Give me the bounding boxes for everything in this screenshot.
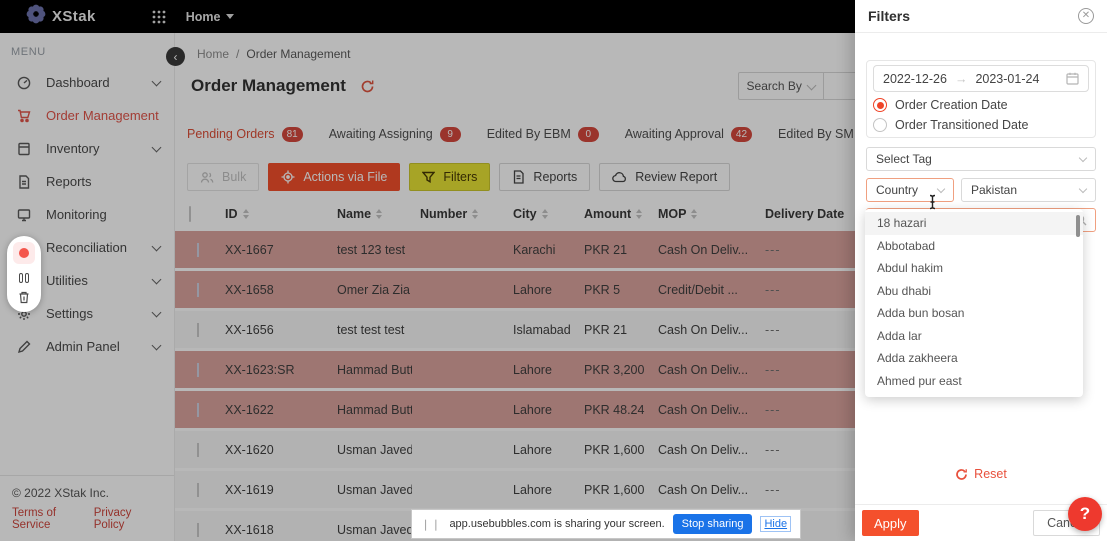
city-option[interactable]: Abdul hakim	[865, 257, 1083, 280]
country-value: Pakistan	[971, 183, 1080, 197]
reset-label: Reset	[974, 467, 1007, 481]
select-tag-label: Select Tag	[876, 152, 1080, 166]
calendar-icon	[1066, 72, 1079, 85]
share-message: app.usebubbles.com is sharing your scree…	[449, 518, 664, 530]
radio-unselected-icon	[873, 118, 887, 132]
scrollbar-thumb[interactable]	[1076, 215, 1080, 237]
arrow-right-icon: →	[955, 72, 968, 86]
help-button[interactable]: ?	[1068, 497, 1102, 531]
city-dropdown-list: 18 hazari Abbotabad Abdul hakim Abu dhab…	[865, 209, 1083, 397]
filters-drawer: Filters ✕ 2022-12-26 → 2023-01-24 Order …	[855, 0, 1107, 541]
radio-label: Order Transitioned Date	[895, 118, 1028, 132]
date-to: 2023-01-24	[975, 72, 1039, 86]
city-option[interactable]: Adda bun bosan	[865, 302, 1083, 325]
city-option[interactable]: Abbotabad	[865, 235, 1083, 258]
filters-title: Filters	[868, 8, 910, 24]
chevron-down-icon	[1079, 185, 1087, 193]
radio-selected-icon	[873, 98, 887, 112]
reset-button[interactable]: Reset	[855, 467, 1107, 481]
close-icon[interactable]: ✕	[1078, 8, 1094, 24]
screen: XStak Home MENU Dashboard	[0, 0, 1107, 541]
select-tag-dropdown[interactable]: Select Tag	[866, 147, 1096, 171]
radio-order-creation-date[interactable]: Order Creation Date	[873, 98, 1089, 112]
record-dot-icon	[19, 248, 29, 258]
screen-share-bar: ❘❘ app.usebubbles.com is sharing your sc…	[411, 509, 801, 539]
hide-link[interactable]: Hide	[760, 516, 791, 532]
text-cursor	[927, 194, 938, 215]
app-region: XStak Home MENU Dashboard	[0, 0, 855, 541]
reset-icon	[955, 468, 968, 481]
pause-icon[interactable]	[19, 273, 29, 283]
trash-icon[interactable]	[18, 291, 30, 304]
city-option[interactable]: Adda zakheera	[865, 347, 1083, 370]
city-option[interactable]: Abu dhabi	[865, 280, 1083, 303]
screen-recorder-widget	[7, 236, 41, 312]
apply-button[interactable]: Apply	[862, 510, 919, 536]
city-option[interactable]: 18 hazari	[865, 212, 1083, 235]
stop-sharing-button[interactable]: Stop sharing	[673, 514, 753, 534]
date-filter-group: 2022-12-26 → 2023-01-24 Order Creation D…	[866, 60, 1096, 138]
country-type-dropdown[interactable]: Country	[866, 178, 954, 202]
country-value-dropdown[interactable]: Pakistan	[961, 178, 1096, 202]
dim-overlay	[0, 0, 855, 541]
date-from: 2022-12-26	[883, 72, 947, 86]
chevron-down-icon	[937, 185, 945, 193]
date-range-input[interactable]: 2022-12-26 → 2023-01-24	[873, 65, 1089, 92]
radio-label: Order Creation Date	[895, 98, 1008, 112]
city-option[interactable]: Adda lar	[865, 325, 1083, 348]
drag-handle-icon[interactable]: ❘❘	[421, 518, 441, 531]
city-option[interactable]: Ahmed pur east	[865, 370, 1083, 393]
record-button[interactable]	[13, 242, 35, 264]
chevron-down-icon	[1079, 154, 1087, 162]
radio-order-transitioned-date[interactable]: Order Transitioned Date	[873, 118, 1089, 132]
